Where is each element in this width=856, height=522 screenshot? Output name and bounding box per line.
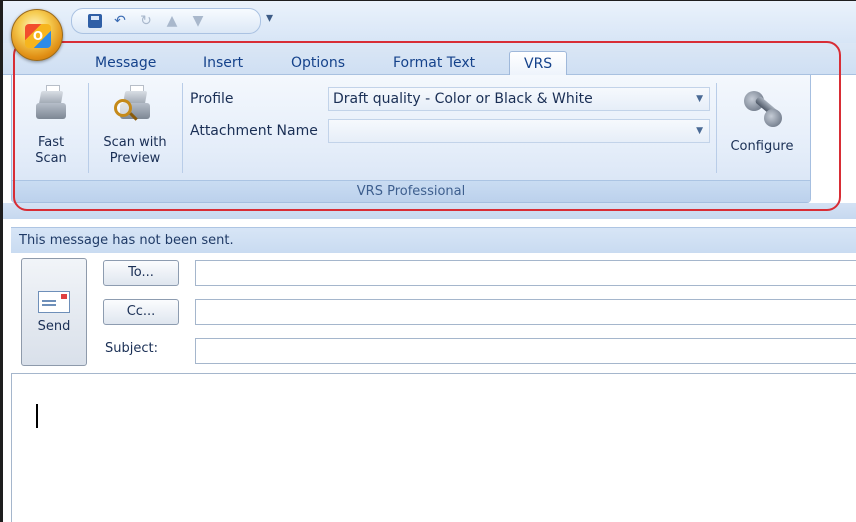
ribbon-separator (182, 83, 183, 173)
profile-label: Profile (190, 91, 234, 107)
profile-value: Draft quality - Color or Black & White (333, 91, 593, 107)
send-label: Send (37, 319, 71, 334)
chevron-down-icon[interactable]: ▼ (696, 120, 703, 142)
tab-insert[interactable]: Insert (199, 51, 247, 75)
info-bar: This message has not been sent. (11, 227, 856, 253)
scan-preview-label-2: Preview (109, 151, 161, 166)
attachment-name-label: Attachment Name (190, 123, 318, 139)
to-field[interactable] (195, 260, 856, 286)
ribbon-separator (88, 83, 89, 173)
text-cursor (36, 404, 38, 428)
scan-preview-label-1: Scan with (103, 135, 167, 150)
subject-label: Subject: (105, 341, 158, 356)
ribbon-bottom-edge (3, 203, 856, 219)
fast-scan-label-2: Scan (35, 151, 67, 166)
ribbon-tabs: Message Insert Options Format Text VRS (3, 43, 856, 76)
chevron-down-icon[interactable]: ▼ (696, 88, 703, 110)
up-arrow-icon[interactable]: ▲ (164, 13, 180, 29)
scanner-icon (34, 85, 68, 125)
ribbon-separator (716, 83, 717, 173)
wrench-icon (740, 87, 784, 131)
scan-with-preview-button[interactable]: Scan with Preview (92, 85, 178, 167)
customize-toolbar-icon[interactable]: ▾ (266, 10, 273, 26)
subject-field[interactable] (195, 338, 856, 364)
configure-button[interactable]: Configure (718, 87, 806, 155)
redo-icon[interactable]: ↻ (138, 13, 154, 29)
title-bar: O ↶ ↻ ▲ ▼ ▾ (3, 1, 856, 61)
office-logo-icon: O (25, 24, 51, 48)
vrs-ribbon: Fast Scan Scan with Preview Profile Draf… (11, 75, 811, 203)
send-button[interactable]: Send (21, 258, 87, 366)
tab-vrs[interactable]: VRS (509, 51, 568, 76)
save-icon[interactable] (88, 14, 102, 28)
fast-scan-label-1: Fast (37, 135, 65, 150)
cc-field[interactable] (195, 299, 856, 325)
group-caption: VRS Professional (12, 180, 810, 202)
down-arrow-icon[interactable]: ▼ (190, 13, 206, 29)
to-button[interactable]: To... (103, 260, 179, 286)
tab-message[interactable]: Message (91, 51, 160, 75)
office-button[interactable]: O (11, 9, 63, 61)
envelope-icon (38, 291, 70, 313)
profile-dropdown[interactable]: Draft quality - Color or Black & White ▼ (328, 87, 710, 111)
undo-icon[interactable]: ↶ (112, 13, 128, 29)
configure-label: Configure (730, 139, 794, 154)
tab-format-text[interactable]: Format Text (389, 51, 479, 75)
outlook-compose-window: O ↶ ↻ ▲ ▼ ▾ Message Insert Options Forma… (0, 0, 856, 522)
message-body[interactable] (11, 373, 856, 522)
scan-preview-icon (114, 85, 152, 125)
fast-scan-button[interactable]: Fast Scan (18, 85, 84, 167)
tab-options[interactable]: Options (287, 51, 349, 75)
cc-button[interactable]: Cc... (103, 299, 179, 325)
attachment-name-dropdown[interactable]: ▼ (328, 119, 710, 143)
quick-access-toolbar: ↶ ↻ ▲ ▼ (71, 8, 261, 34)
